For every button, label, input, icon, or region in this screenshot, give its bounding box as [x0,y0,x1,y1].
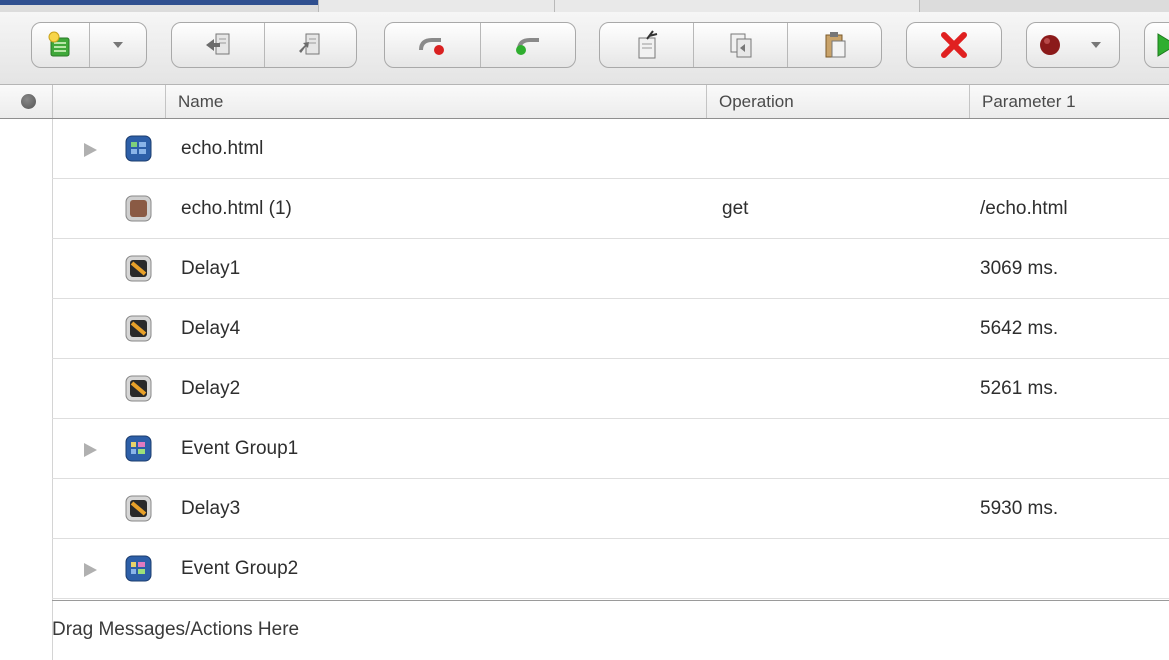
row-name: echo.html (1) [181,198,292,219]
table-row[interactable]: Event Group2 [52,539,1169,599]
row-name: Event Group2 [181,558,299,579]
table-row[interactable]: Delay2 5261 ms. [52,359,1169,419]
green-connector-button[interactable] [481,23,576,67]
tab[interactable] [554,0,920,12]
drop-zone[interactable]: Drag Messages/Actions Here [52,600,1169,660]
event-group-icon [125,555,152,582]
expand-triangle-icon[interactable] [82,442,98,463]
table-header: Name Operation Parameter 1 [0,85,1169,119]
delay-icon [125,495,152,522]
row-parameter1: 5930 ms. [980,498,1059,519]
table-row[interactable]: Delay1 3069 ms. [52,239,1169,299]
delay-icon [125,375,152,402]
delay-icon [125,315,152,342]
message-icon [125,195,152,222]
row-parameter1: /echo.html [980,198,1068,219]
export-icon [299,33,320,55]
play-icon [1157,33,1169,57]
table-row[interactable]: Delay3 5930 ms. [52,479,1169,539]
record-dropdown-button[interactable] [1073,23,1119,67]
record-group [1026,22,1120,68]
paste-icon [825,32,845,58]
table-row[interactable]: echo.html [52,119,1169,179]
copy-button[interactable] [694,23,788,67]
import-export-group [171,22,357,68]
delete-group [906,22,1002,68]
column-header-operation[interactable]: Operation [706,85,969,118]
copy-icon [730,33,751,58]
delay-icon [125,255,152,282]
dropdown-arrow-icon [112,42,123,48]
row-name: Delay4 [181,318,241,339]
row-operation: get [722,198,749,219]
delete-icon [941,32,967,58]
import-icon [205,33,230,55]
cut-icon [638,30,657,59]
row-name: Delay1 [181,258,241,279]
paste-button[interactable] [788,23,881,67]
row-parameter1: 5261 ms. [980,378,1059,399]
red-connector-button[interactable] [385,23,481,67]
delete-button[interactable] [907,23,1001,67]
clipboard-group [599,22,882,68]
dropdown-arrow-icon [1091,42,1101,48]
page-group-icon [125,135,152,162]
connector-group [384,22,576,68]
status-dot-icon [21,94,36,109]
new-item-dropdown-button[interactable] [90,23,147,67]
row-gutter [0,119,53,660]
play-button[interactable] [1145,23,1169,67]
column-header-icon[interactable] [52,85,165,118]
event-group-icon [125,435,152,462]
tab[interactable] [318,0,556,12]
row-parameter1: 5642 ms. [980,318,1059,339]
row-name: Delay2 [181,378,241,399]
new-item-icon [48,31,70,57]
record-icon [1040,35,1060,55]
row-parameter1: 3069 ms. [980,258,1059,279]
record-button[interactable] [1027,23,1073,67]
new-item-button[interactable] [32,23,90,67]
tab-strip [0,0,1169,12]
export-button[interactable] [265,23,357,67]
play-group [1144,22,1169,68]
new-item-group [31,22,147,68]
red-dot-connector-icon [419,38,445,55]
row-name: Delay3 [181,498,241,519]
column-header-parameter1[interactable]: Parameter 1 [969,85,1169,118]
expand-triangle-icon[interactable] [82,142,98,163]
row-name: Event Group1 [181,438,299,459]
cut-button[interactable] [600,23,694,67]
expand-triangle-icon[interactable] [82,562,98,583]
green-dot-connector-icon [515,38,539,55]
toolbar [0,12,1169,85]
table-row[interactable]: Delay4 5642 ms. [52,299,1169,359]
import-button[interactable] [172,23,265,67]
drop-zone-label: Drag Messages/Actions Here [52,619,300,640]
column-header-name[interactable]: Name [165,85,706,118]
table-row[interactable]: Event Group1 [52,419,1169,479]
table-row[interactable]: echo.html (1) get/echo.html [52,179,1169,239]
tab-active-indicator[interactable] [0,0,318,5]
row-name: echo.html [181,138,264,159]
